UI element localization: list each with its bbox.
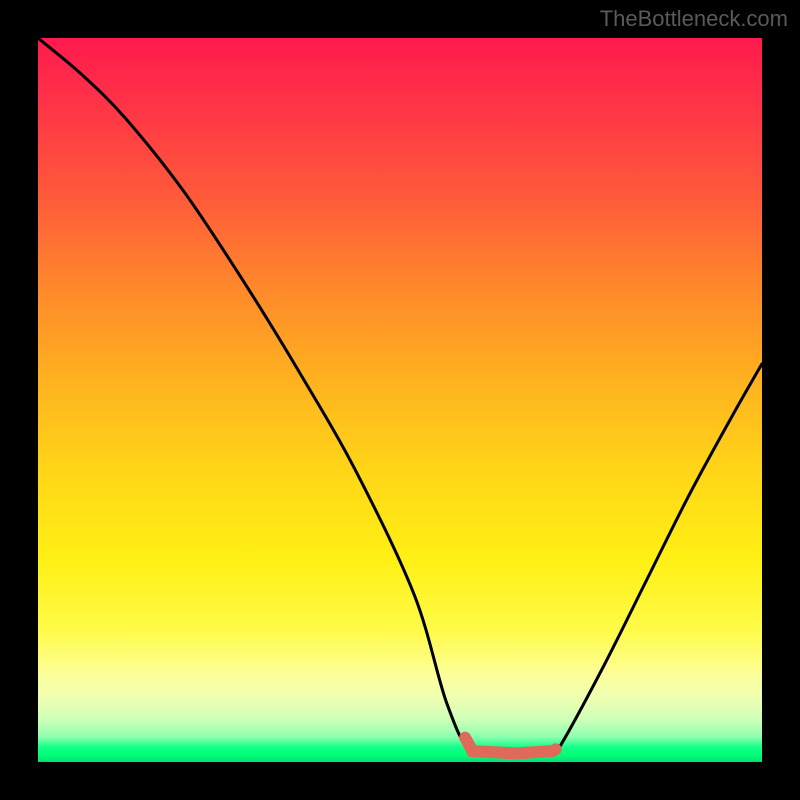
- curve-layer: [38, 38, 762, 762]
- flat-region-marker: [465, 738, 555, 754]
- watermark-text: TheBottleneck.com: [600, 6, 788, 32]
- plot-area: [38, 38, 762, 762]
- chart-frame: TheBottleneck.com: [0, 0, 800, 800]
- bottleneck-curve-line: [38, 38, 762, 755]
